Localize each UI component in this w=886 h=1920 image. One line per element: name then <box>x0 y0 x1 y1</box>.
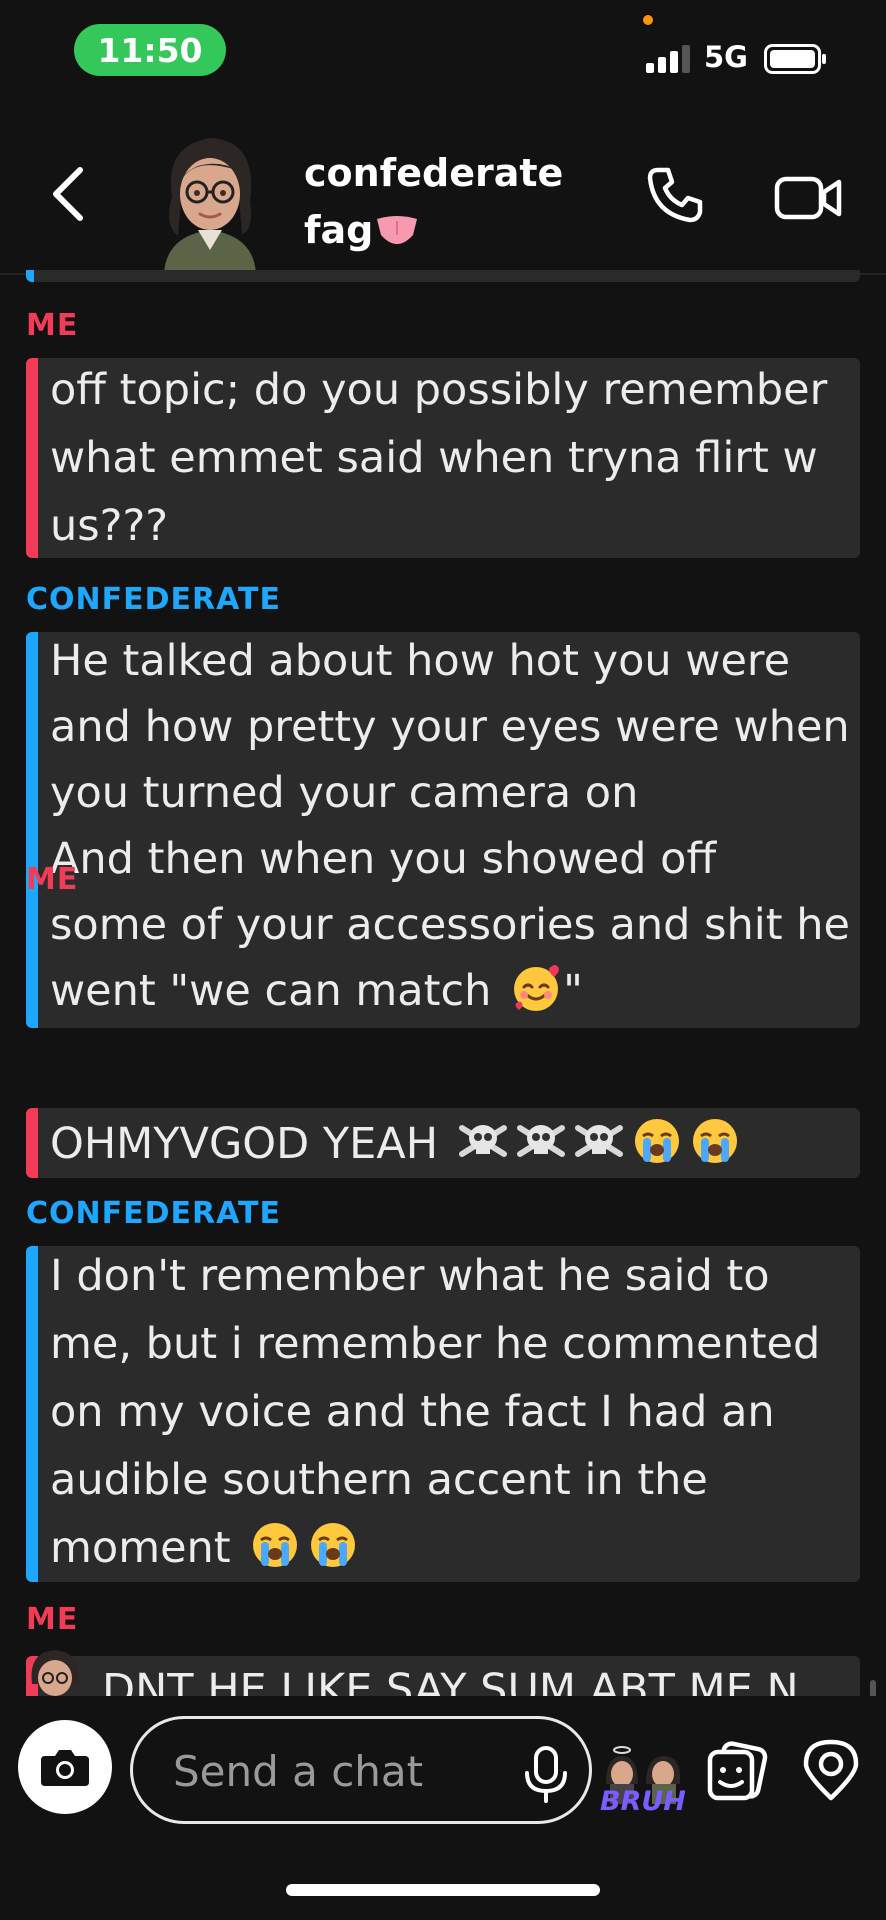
message-line: audible southern accent in the <box>50 1455 708 1505</box>
message-line-text: moment <box>50 1523 245 1573</box>
tongue-emoji-icon <box>377 216 418 244</box>
sender-label-them: CONFEDERATE <box>26 582 281 617</box>
scrollbar[interactable] <box>870 1680 876 1696</box>
video-call-icon[interactable] <box>774 176 842 220</box>
battery-icon <box>764 44 826 74</box>
skull-crossbones-emoji-icon <box>516 1125 565 1157</box>
contact-name-line2: fag <box>304 208 374 252</box>
camera-icon <box>41 1750 89 1786</box>
message-line: He talked about how hot you were <box>50 636 791 686</box>
sender-label-me: ME <box>26 1602 79 1637</box>
sender-color-bar <box>26 1108 38 1178</box>
sender-color-bar <box>26 1246 38 1582</box>
message-bubble[interactable]: He talked about how hot you were and how… <box>26 632 860 1028</box>
message-text: off topic; do you possibly remember what… <box>50 358 844 558</box>
message-line: what emmet said when tryna flirt w <box>50 433 818 483</box>
chat-header: confederate fag <box>0 110 886 275</box>
message-line: And then when you showed off <box>50 834 717 884</box>
skull-crossbones-emoji-icon <box>458 1125 507 1157</box>
message-line: some of your accessories and shit he <box>50 900 850 950</box>
message-bubble[interactable]: DNT HE LIKE SAY SUM ABT ME N <box>26 1656 860 1696</box>
message-bubble[interactable]: I don't remember what he said to me, but… <box>26 1246 860 1582</box>
message-line: on my voice and the fact I had an <box>50 1387 775 1437</box>
signal-icon <box>646 45 690 73</box>
loudly-crying-face-emoji-icon <box>311 1523 356 1567</box>
typing-avatar <box>31 1650 79 1696</box>
contact-name[interactable]: confederate fag <box>304 145 604 259</box>
location-icon[interactable] <box>800 1738 862 1802</box>
message-line: OHMYVGOD YEAH <box>50 1119 452 1169</box>
message-line: went "we can match " <box>50 958 844 1024</box>
message-bubble[interactable]: OHMYVGOD YEAH <box>26 1108 860 1178</box>
message-line: me, but i remember he commented <box>50 1319 821 1369</box>
privacy-indicator-dot <box>643 15 653 25</box>
loudly-crying-face-emoji-icon <box>634 1119 679 1163</box>
message-line: moment <box>50 1514 844 1582</box>
sender-label-me: ME <box>26 308 79 343</box>
message-text: I don't remember what he said to me, but… <box>50 1246 844 1582</box>
sender-color-bar <box>26 632 38 1028</box>
loudly-crying-face-emoji-icon <box>253 1523 298 1567</box>
network-type: 5G <box>704 40 748 74</box>
home-indicator[interactable] <box>286 1884 600 1896</box>
sender-label-them: CONFEDERATE <box>26 1196 281 1231</box>
message-text: He talked about how hot you were and how… <box>50 632 850 1024</box>
status-bar: 11:50 5G <box>0 0 886 110</box>
sticker-icon[interactable] <box>706 1740 768 1802</box>
back-icon[interactable] <box>48 166 88 222</box>
message-line: us??? <box>50 501 169 551</box>
chat-thread[interactable]: ME off topic; do you possibly remember w… <box>0 270 886 1696</box>
sender-label-me: ME <box>26 862 79 897</box>
previous-message-edge <box>26 270 860 282</box>
message-bubble[interactable]: off topic; do you possibly remember what… <box>26 358 860 558</box>
camera-button[interactable] <box>18 1720 112 1814</box>
loudly-crying-face-emoji-icon <box>692 1119 737 1163</box>
call-icon[interactable] <box>646 166 704 224</box>
status-time: 11:50 <box>74 24 226 76</box>
message-line: DNT HE LIKE SAY SUM ABT ME N <box>102 1665 799 1696</box>
message-line: I don't remember what he said to <box>50 1251 770 1301</box>
message-line-suffix: " <box>563 966 583 1016</box>
contact-name-line1: confederate <box>304 151 564 195</box>
smiling-face-with-hearts-emoji-icon <box>514 965 559 1011</box>
message-text: DNT HE LIKE SAY SUM ABT ME N <box>102 1656 844 1696</box>
message-line: you turned your camera on <box>50 768 639 818</box>
chat-input[interactable]: Send a chat <box>130 1716 592 1824</box>
skull-crossbones-emoji-icon <box>574 1125 623 1157</box>
sticker-caption: BRUH <box>600 1786 686 1817</box>
sender-color-bar <box>26 358 38 558</box>
composer-bar: Send a chat BRUH <box>0 1696 886 1920</box>
avatar[interactable] <box>150 126 270 274</box>
microphone-icon[interactable] <box>521 1745 571 1803</box>
message-line: off topic; do you possibly remember <box>50 365 828 415</box>
message-line-text: went "we can match <box>50 966 506 1016</box>
message-text: OHMYVGOD YEAH <box>50 1110 844 1178</box>
message-line: and how pretty your eyes were when <box>50 702 850 752</box>
chat-input-placeholder: Send a chat <box>173 1747 424 1796</box>
